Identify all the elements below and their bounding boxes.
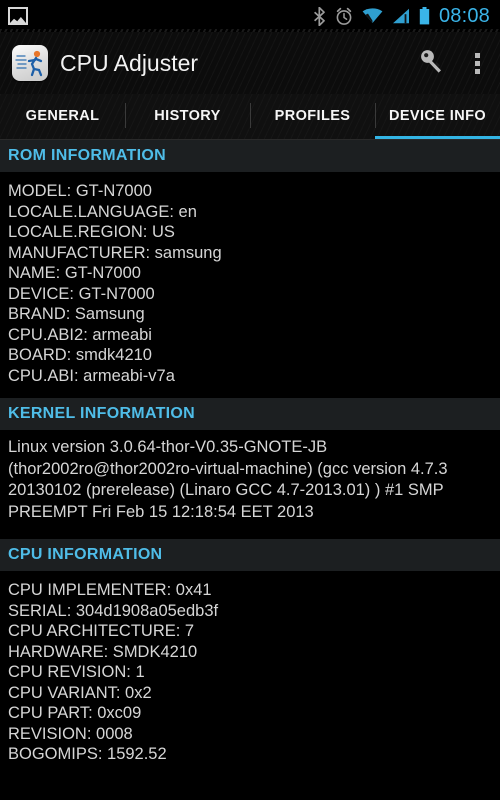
tab-label: HISTORY <box>154 107 221 124</box>
status-bar-system-icons: 08:08 <box>313 5 490 28</box>
tab-profiles[interactable]: PROFILES <box>250 94 375 140</box>
rom-information-list: MODEL: GT-N7000 LOCALE.LANGUAGE: en LOCA… <box>0 173 500 392</box>
action-bar-actions <box>419 48 484 79</box>
tab-label: DEVICE INFO <box>388 107 487 124</box>
status-bar: 08:08 <box>0 0 500 32</box>
key-icon[interactable] <box>419 48 445 79</box>
signal-icon <box>392 8 409 24</box>
overflow-dot <box>475 68 480 74</box>
page-title: CPU Adjuster <box>60 49 199 76</box>
section-header-kernel: KERNEL INFORMATION <box>0 398 500 431</box>
tab-bar: GENERAL HISTORY PROFILES DEVICE INFO <box>0 94 500 140</box>
list-item: HARDWARE: SMDK4210 <box>8 642 198 661</box>
list-item: LOCALE.LANGUAGE: en <box>8 202 197 221</box>
tab-history[interactable]: HISTORY <box>125 94 250 140</box>
cpu-information-list: CPU IMPLEMENTER: 0x41 SERIAL: 304d1908a0… <box>0 572 500 771</box>
list-item: BOGOMIPS: 1592.52 <box>8 745 167 763</box>
list-item: CPU ARCHITECTURE: 7 <box>8 622 195 640</box>
list-item: MANUFACTURER: samsung <box>8 243 222 262</box>
tab-general[interactable]: GENERAL <box>0 94 125 140</box>
device-info-scroll-area[interactable]: ROM INFORMATION MODEL: GT-N7000 LOCALE.L… <box>0 140 500 800</box>
tab-label: GENERAL <box>25 107 100 124</box>
runner-app-icon <box>12 45 48 81</box>
action-bar: CPU Adjuster <box>0 32 500 94</box>
section-header-cpu: CPU INFORMATION <box>0 539 500 572</box>
list-item: CPU.ABI2: armeabi <box>8 325 152 344</box>
list-item: CPU VARIANT: 0x2 <box>8 683 152 702</box>
list-item: CPU IMPLEMENTER: 0x41 <box>8 581 212 599</box>
list-item: NAME: GT-N7000 <box>8 264 141 282</box>
status-bar-clock: 08:08 <box>438 4 490 27</box>
battery-icon <box>419 7 430 25</box>
kernel-information-text: Linux version 3.0.64-thor-V0.35-GNOTE-JB… <box>8 438 448 521</box>
overflow-menu-icon[interactable] <box>471 49 484 78</box>
alarm-icon <box>336 7 352 25</box>
device-screen: 08:08 CPU Adjuster GENERAL HISTORY PROFI… <box>0 0 500 800</box>
list-item: CPU REVISION: 1 <box>8 663 145 681</box>
overflow-dot <box>475 60 480 66</box>
list-item: SERIAL: 304d1908a05edb3f <box>8 601 219 620</box>
wifi-icon <box>362 8 383 23</box>
gallery-icon <box>8 7 28 25</box>
list-item: BOARD: smdk4210 <box>8 346 152 364</box>
bluetooth-icon <box>313 6 325 26</box>
list-item: CPU.ABI: armeabi-v7a <box>8 366 175 385</box>
tab-label: PROFILES <box>274 107 351 124</box>
list-item: BRAND: Samsung <box>8 305 145 323</box>
list-item: LOCALE.REGION: US <box>8 223 175 241</box>
list-item: CPU PART: 0xc09 <box>8 704 142 722</box>
section-header-rom: ROM INFORMATION <box>0 140 500 173</box>
list-item: REVISION: 0008 <box>8 724 133 743</box>
overflow-dot <box>475 52 480 58</box>
tab-device-info[interactable]: DEVICE INFO <box>375 94 500 140</box>
list-item: MODEL: GT-N7000 <box>8 182 152 200</box>
status-bar-notifications <box>8 7 28 25</box>
list-item: DEVICE: GT-N7000 <box>8 284 155 303</box>
